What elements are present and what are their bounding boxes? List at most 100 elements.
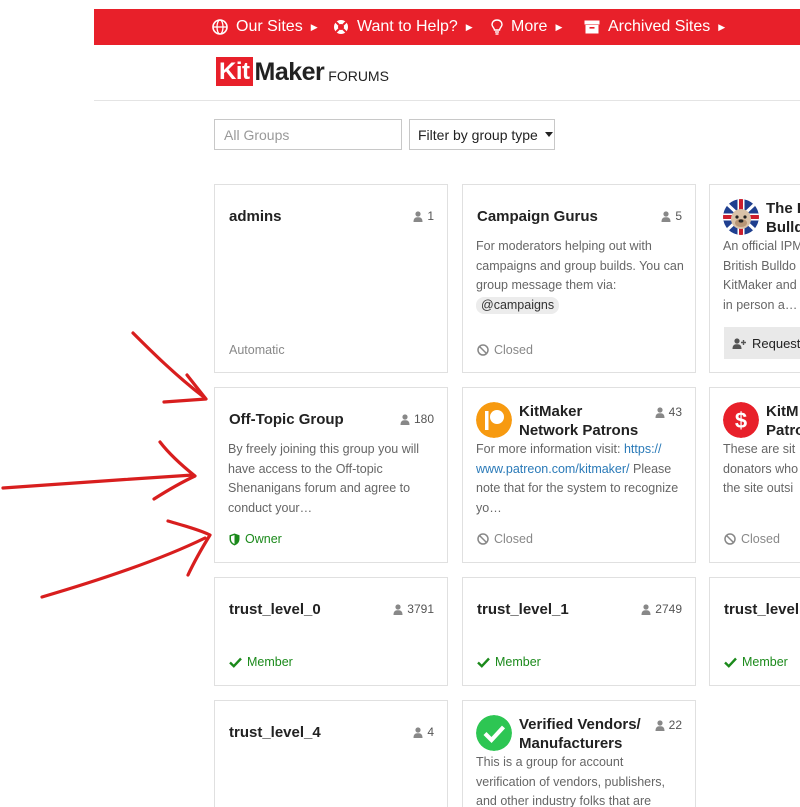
group-description-line: the site outsi (723, 481, 794, 496)
group-status-label: Owner (245, 532, 282, 546)
user-icon (641, 603, 651, 615)
group-status-label: Member (247, 655, 293, 669)
chevron-right-icon: ▶ (718, 21, 726, 32)
group-card-admins[interactable]: admins 1 Automatic (214, 184, 448, 373)
group-card-trust-level-1[interactable]: trust_level_1 2749 Member (462, 577, 696, 686)
bulldog-avatar-icon (723, 199, 759, 235)
group-name-line-1: KitM (766, 403, 799, 420)
group-description-line: in person a… (723, 297, 798, 312)
check-icon (724, 657, 737, 668)
group-status: Member (229, 655, 293, 669)
site-logo[interactable]: Kit Maker FORUMS (216, 57, 389, 86)
check-circle-avatar-icon (476, 715, 512, 751)
annotation-arrow (166, 519, 212, 577)
nav-more-label: More (511, 18, 548, 35)
group-description-line: KitMaker and (723, 278, 797, 293)
member-count: 3791 (393, 602, 434, 616)
user-icon (400, 413, 410, 425)
group-description: These are sit donators who the site outs… (723, 440, 800, 499)
shield-icon (229, 533, 240, 545)
group-card-trust-level-partial[interactable]: trust_level Member (709, 577, 800, 686)
member-count-value: 4 (427, 725, 434, 739)
group-card-verified-vendors[interactable]: Verified Vendors/ Manufacturers 22 This … (462, 700, 696, 807)
annotation-arrow (162, 373, 208, 404)
group-name: trust_level_1 (477, 601, 569, 618)
group-name-line-2: Manufacturers (519, 735, 623, 752)
group-name: Campaign Gurus (477, 208, 598, 225)
group-card-kitmaker-patrons[interactable]: $ KitM Patro These are sit donators who … (709, 387, 800, 563)
group-description: For more information visit: https:// www… (476, 440, 686, 518)
chevron-right-icon: ▶ (555, 21, 563, 32)
ban-icon (477, 344, 489, 356)
group-status-label: Member (742, 655, 788, 669)
nav-want-to-help[interactable]: Want to Help? ▶ (333, 9, 473, 45)
user-icon (655, 719, 665, 731)
group-card-campaign-gurus[interactable]: Campaign Gurus 5 For moderators helping … (462, 184, 696, 373)
chevron-right-icon: ▶ (310, 21, 318, 32)
group-name: trust_level_0 (229, 601, 321, 618)
group-card-off-topic[interactable]: Off-Topic Group 180 By freely joining th… (214, 387, 448, 563)
nav-archived-sites[interactable]: Archived Sites ▶ (584, 9, 725, 45)
group-name: KitM Patro (766, 402, 800, 440)
group-status: Member (724, 655, 788, 669)
group-status: Closed (477, 532, 533, 546)
group-description: This is a group for account verification… (476, 755, 665, 807)
logo-forums: FORUMS (328, 68, 389, 84)
group-description: By freely joining this group you will ha… (228, 442, 420, 515)
group-description: For moderators helping out with campaign… (476, 237, 686, 315)
member-count: 43 (655, 405, 682, 419)
member-count: 5 (661, 209, 682, 223)
mention-tag[interactable]: @campaigns (476, 296, 560, 314)
group-card-bulldogs[interactable]: The I Bulldo An official IPM British Bul… (709, 184, 800, 373)
globe-icon (212, 19, 228, 35)
dollar-avatar-icon: $ (723, 402, 759, 438)
svg-text:$: $ (735, 408, 747, 433)
annotation-arrow (131, 331, 207, 400)
chevron-right-icon: ▶ (465, 21, 473, 32)
ban-icon (477, 533, 489, 545)
group-description-line: An official IPM (723, 239, 800, 253)
group-name: admins (229, 208, 282, 225)
group-status-label: Automatic (229, 343, 285, 357)
check-icon (477, 657, 490, 668)
group-description-text: For more information visit: (476, 442, 621, 456)
group-card-kitmaker-network-patrons[interactable]: KitMaker Network Patrons 43 For more inf… (462, 387, 696, 563)
nav-archived-sites-label: Archived Sites (608, 18, 711, 35)
group-status-label: Member (495, 655, 541, 669)
group-search-input[interactable] (214, 119, 402, 150)
group-name: The I Bulldo (766, 199, 800, 237)
nav-our-sites-label: Our Sites (236, 18, 303, 35)
groups-page: Our Sites ▶ Want to Help? ▶ More ▶ Archi… (0, 0, 800, 807)
group-card-trust-level-0[interactable]: trust_level_0 3791 Member (214, 577, 448, 686)
group-description-line: British Bulldo (723, 258, 796, 273)
member-count: 180 (400, 412, 434, 426)
request-join-label: Request (752, 335, 800, 351)
lifebuoy-icon (334, 20, 348, 34)
group-type-filter-dropdown[interactable]: Filter by group type (409, 119, 555, 150)
nav-more[interactable]: More ▶ (491, 9, 562, 45)
member-count-value: 3791 (407, 602, 434, 616)
request-join-button[interactable]: Request (724, 327, 800, 359)
group-name-line-1: The I (766, 200, 800, 217)
group-card-trust-level-4[interactable]: trust_level_4 4 (214, 700, 448, 807)
group-name: Off-Topic Group (229, 411, 344, 428)
group-status-label: Closed (494, 343, 533, 357)
nav-our-sites[interactable]: Our Sites ▶ (212, 9, 318, 45)
check-icon (229, 657, 242, 668)
logo-maker: Maker (254, 58, 325, 86)
group-status: Member (477, 655, 541, 669)
member-count: 1 (413, 209, 434, 223)
group-description-line: donators who (723, 461, 799, 476)
member-count: 22 (655, 718, 682, 732)
logo-kit: Kit (216, 57, 253, 86)
group-type-filter-label: Filter by group type (418, 126, 538, 143)
group-status: Closed (724, 532, 780, 546)
annotation-arrow (152, 440, 197, 501)
nav-want-to-help-label: Want to Help? (357, 18, 458, 35)
user-plus-icon (732, 337, 746, 349)
site-header: Kit Maker FORUMS (94, 45, 800, 101)
member-count-value: 1 (427, 209, 434, 223)
member-count: 2749 (641, 602, 682, 616)
member-count-value: 5 (675, 209, 682, 223)
group-name-line-2: Network Patrons (519, 422, 639, 439)
